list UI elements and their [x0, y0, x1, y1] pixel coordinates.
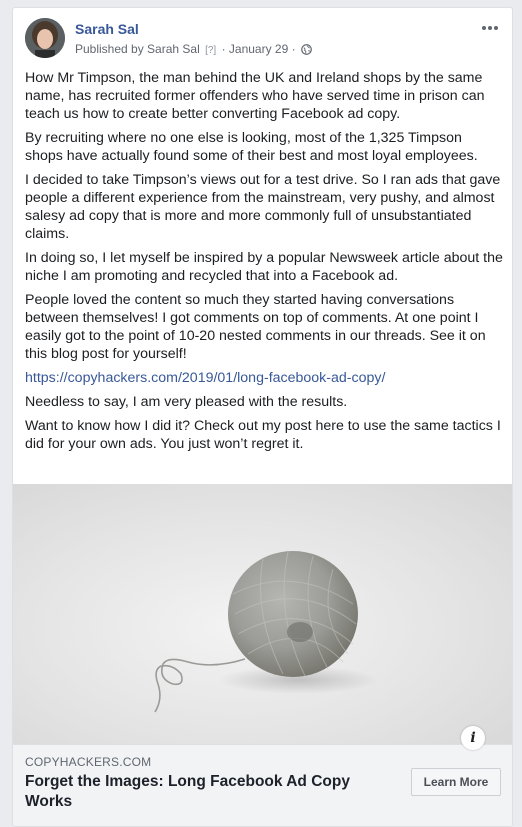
post-paragraph: In doing so, I let myself be inspired by…: [25, 250, 503, 284]
author-name[interactable]: Sarah Sal: [75, 21, 139, 37]
post-paragraph: How Mr Timpson, the man behind the UK an…: [25, 70, 485, 122]
post-link[interactable]: https://copyhackers.com/2019/01/long-fac…: [25, 370, 385, 386]
link-preview-image[interactable]: [13, 484, 512, 744]
meta-separator: ·: [291, 42, 296, 56]
post-meta: Published by Sarah Sal [?] · January 29 …: [75, 42, 312, 58]
more-options-icon[interactable]: [478, 18, 502, 38]
post-paragraph: People loved the content so much they st…: [25, 292, 486, 362]
published-by[interactable]: Published by Sarah Sal: [75, 42, 200, 56]
link-title[interactable]: Forget the Images: Long Facebook Ad Copy…: [25, 772, 385, 812]
globe-icon[interactable]: [301, 44, 312, 58]
link-preview-bar[interactable]: COPYHACKERS.COM Forget the Images: Long …: [13, 744, 512, 826]
post-date[interactable]: January 29: [229, 42, 288, 56]
post-message: How Mr Timpson, the man behind the UK an…: [25, 69, 503, 459]
post-paragraph: I decided to take Timpson’s views out fo…: [25, 172, 501, 242]
post-paragraph: Want to know how I did it? Check out my …: [25, 418, 501, 452]
link-domain: COPYHACKERS.COM: [25, 755, 152, 769]
post-link-paragraph: https://copyhackers.com/2019/01/long-fac…: [25, 369, 503, 387]
post-paragraph: By recruiting where no one else is looki…: [25, 130, 478, 164]
help-marker[interactable]: [?]: [205, 45, 216, 56]
post-paragraph: Needless to say, I am very pleased with …: [25, 394, 348, 410]
info-icon[interactable]: i: [461, 726, 485, 750]
post-card: Sarah Sal Published by Sarah Sal [?] · J…: [12, 7, 513, 827]
learn-more-button[interactable]: Learn More: [411, 768, 501, 796]
post-header: Sarah Sal Published by Sarah Sal [?] · J…: [25, 18, 502, 62]
author-avatar[interactable]: [25, 18, 65, 58]
meta-separator: ·: [221, 42, 226, 56]
